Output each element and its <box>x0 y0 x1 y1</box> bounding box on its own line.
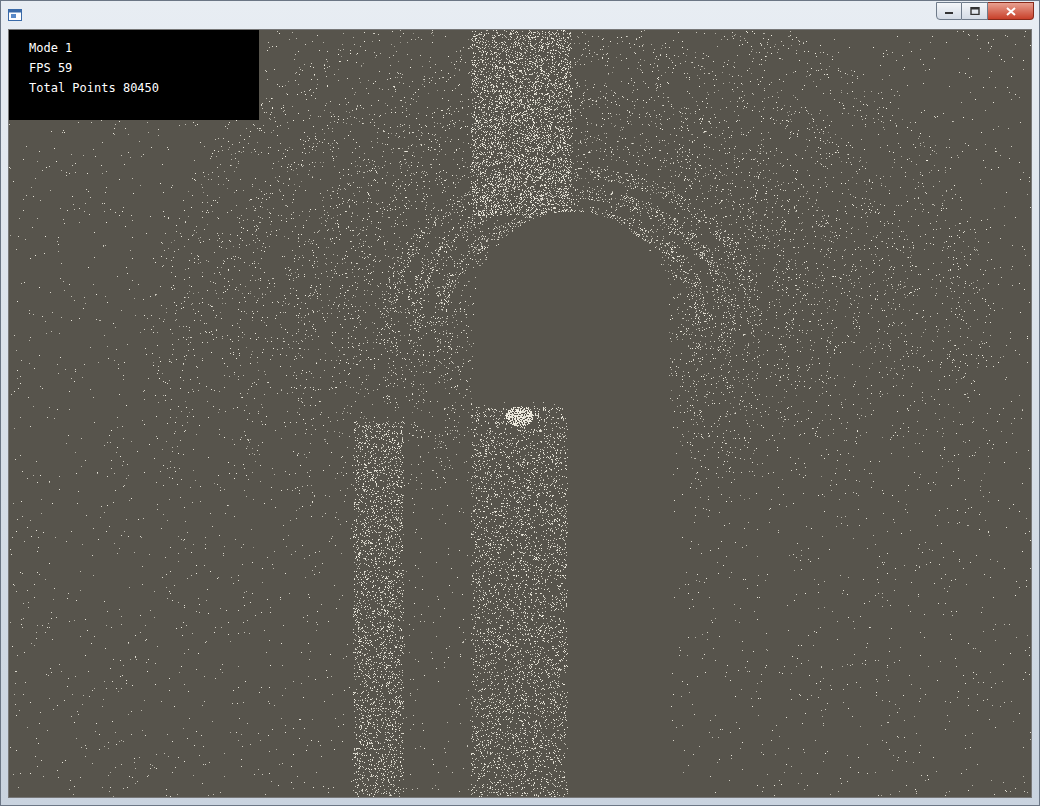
close-button[interactable] <box>988 2 1034 20</box>
stats-overlay: Mode 1FPS 59Total Points 80450 <box>9 30 259 120</box>
app-window: Mode 1FPS 59Total Points 80450 <box>0 0 1040 806</box>
minimize-button[interactable] <box>936 2 962 20</box>
stats-line: Mode 1 <box>29 38 249 58</box>
particle-canvas[interactable] <box>9 30 1032 798</box>
client-area: Mode 1FPS 59Total Points 80450 <box>8 29 1032 798</box>
close-icon <box>1006 7 1016 16</box>
window-controls <box>936 2 1034 20</box>
app-icon <box>8 9 22 21</box>
title-bar[interactable] <box>8 1 1032 29</box>
maximize-icon <box>970 7 980 15</box>
stats-line: FPS 59 <box>29 58 249 78</box>
minimize-icon <box>944 7 954 15</box>
stats-line: Total Points 80450 <box>29 78 249 98</box>
maximize-button[interactable] <box>962 2 988 20</box>
